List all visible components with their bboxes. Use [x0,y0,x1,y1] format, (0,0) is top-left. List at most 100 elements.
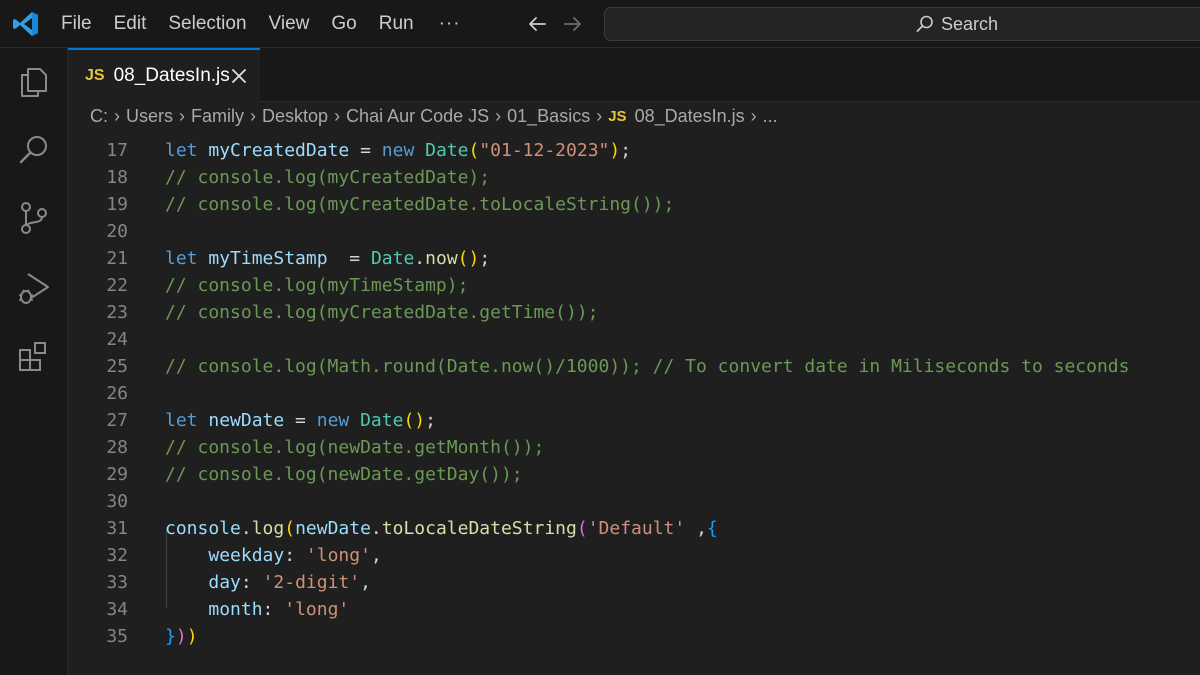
code-line[interactable]: 29 // console.log(newDate.getDay()); [68,461,1200,488]
line-number: 19 [106,194,128,215]
breadcrumb-item-chai-aur-code[interactable]: Chai Aur Code JS [346,106,489,127]
chevron-right-icon: › [750,105,757,126]
line-number: 26 [106,383,128,404]
arrow-right-icon[interactable] [561,12,585,36]
menu-run[interactable]: Run [368,0,425,48]
editor-tabs: JS 08_DatesIn.js [68,48,1200,102]
code-text: month: 'long' [165,596,349,623]
code-line[interactable]: 22 // console.log(myTimeStamp); [68,272,1200,299]
code-text: // console.log(myCreatedDate); [165,164,490,191]
code-token: // console.log(myCreatedDate.toLocaleStr… [165,194,675,215]
code-line[interactable]: 33 day: '2-digit', [68,569,1200,596]
js-file-icon: JS [85,67,105,84]
code-token: . [370,518,382,539]
line-number: 30 [106,491,128,512]
breadcrumb-item-desktop[interactable]: Desktop [262,106,328,127]
code-text: // console.log(myCreatedDate.getTime()); [165,299,598,326]
tab-08-datesin[interactable]: JS 08_DatesIn.js [68,48,260,102]
code-text: let myCreatedDate = new Date("01-12-2023… [165,137,631,164]
code-token: myCreatedDate [208,140,350,161]
code-token: : [284,545,306,566]
source-control-icon[interactable] [16,200,52,236]
code-line[interactable]: 35})) [68,623,1200,650]
menu-selection[interactable]: Selection [157,0,257,48]
chevron-right-icon: › [334,105,341,126]
run-debug-icon[interactable] [16,270,52,306]
code-token: log [251,518,285,539]
line-number: 23 [106,302,128,323]
line-number: 24 [106,329,128,350]
code-token: weekday [208,545,285,566]
code-token: ( [284,518,296,539]
line-number: 20 [106,221,128,242]
close-icon[interactable] [230,67,248,85]
explorer-icon[interactable] [16,64,52,100]
js-file-icon: JS [608,107,627,125]
code-line[interactable]: 27 let newDate = new Date(); [68,407,1200,434]
code-token: : [240,572,263,593]
code-token: // console.log(myTimeStamp); [165,275,469,296]
code-token: '2-digit' [262,572,361,593]
code-token: // console.log(myCreatedDate.getTime()); [165,302,599,323]
breadcrumb-item-basics[interactable]: 01_Basics [507,106,590,127]
vscode-logo[interactable] [12,10,40,38]
code-line[interactable]: 32 weekday: 'long', [68,542,1200,569]
code-token: console [165,518,241,539]
code-line[interactable]: 25 // console.log(Math.round(Date.now()/1… [68,353,1200,380]
code-token: ; [479,248,491,269]
breadcrumb-item-drive[interactable]: C: [90,106,108,127]
code-line[interactable]: 23 // console.log(myCreatedDate.getTime()… [68,299,1200,326]
line-number: 29 [106,464,128,485]
code-line[interactable]: 30 [68,488,1200,515]
code-editor[interactable]: 17 let myCreatedDate = new Date("01-12-20… [68,130,1200,675]
code-line[interactable]: 28 // console.log(newDate.getMonth()); [68,434,1200,461]
breadcrumb-item-symbols[interactable]: ... [763,106,778,127]
menu-file[interactable]: File [50,0,103,48]
code-text: let myTimeStamp = Date.now(); [165,245,490,272]
menu-view[interactable]: View [258,0,321,48]
line-number: 21 [106,248,128,269]
line-number: 33 [106,572,128,593]
title-bar: File Edit Selection View Go Run ··· Sear… [0,0,1200,48]
code-text: })) [165,623,198,650]
menu-go[interactable]: Go [320,0,367,48]
menu-more-button[interactable]: ··· [425,13,475,35]
menu-edit[interactable]: Edit [103,0,158,48]
line-number: 18 [106,167,128,188]
breadcrumb-item-family[interactable]: Family [191,106,244,127]
code-line[interactable]: 31 console.log(newDate.toLocaleDateString… [68,515,1200,542]
code-token: , [685,518,707,539]
code-token: ; [620,140,632,161]
code-line[interactable]: 17 let myCreatedDate = new Date("01-12-20… [68,137,1200,164]
code-token: toLocaleDateString [381,518,577,539]
extensions-icon[interactable] [16,338,52,374]
code-token: new [381,140,426,161]
command-center-search[interactable]: Search [604,7,1200,41]
code-line[interactable]: 24 [68,326,1200,353]
code-line[interactable]: 26 [68,380,1200,407]
code-line[interactable]: 20 [68,218,1200,245]
code-line[interactable]: 18 // console.log(myCreatedDate); [68,164,1200,191]
search-view-icon[interactable] [16,132,52,168]
code-token: () [403,410,426,431]
code-line[interactable]: 19 // console.log(myCreatedDate.toLocaleS… [68,191,1200,218]
code-text: let newDate = new Date(); [165,407,436,434]
code-token: let [165,248,209,269]
code-line[interactable]: 34 month: 'long' [68,596,1200,623]
code-text: // console.log(newDate.getMonth()); [165,434,544,461]
code-line[interactable]: 21 let myTimeStamp = Date.now(); [68,245,1200,272]
breadcrumb-item-file[interactable]: 08_DatesIn.js [635,106,745,127]
arrow-left-icon[interactable] [525,12,549,36]
line-number: 22 [106,275,128,296]
breadcrumb-item-users[interactable]: Users [126,106,173,127]
code-token: day [208,572,241,593]
code-token: . [240,518,252,539]
code-token: . [414,248,426,269]
chevron-right-icon: › [250,105,257,126]
code-token: ) [175,626,187,647]
code-text: // console.log(myCreatedDate.toLocaleStr… [165,191,674,218]
tab-label: 08_DatesIn.js [113,65,230,86]
